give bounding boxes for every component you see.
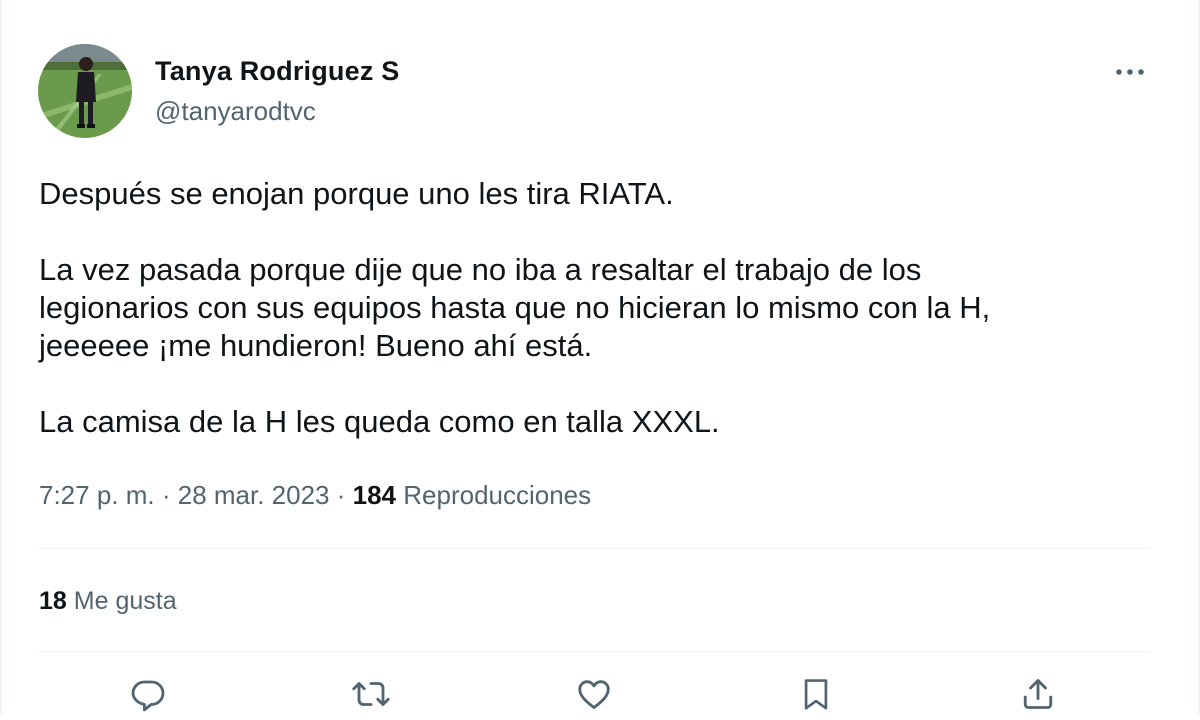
- tweet-metadata: 7:27 p. m. · 28 mar. 2023 · 184 Reproduc…: [39, 480, 591, 511]
- bookmark-icon: [804, 679, 828, 710]
- divider: [39, 651, 1149, 652]
- tweet-card: Tanya Rodriguez S @tanyarodtvc Después s…: [0, 0, 1200, 714]
- meta-separator: ·: [329, 480, 353, 510]
- likes-label: Me gusta: [73, 587, 177, 615]
- share-button[interactable]: [1016, 676, 1060, 720]
- tweet-line: La vez pasada porque dije que no iba a r…: [39, 252, 922, 287]
- avatar[interactable]: [38, 44, 132, 138]
- retweet-button[interactable]: [349, 676, 393, 720]
- meta-separator: ·: [154, 480, 178, 510]
- tweet-paragraph: La camisa de la H les queda como en tall…: [39, 404, 720, 439]
- author-handle[interactable]: @tanyarodtvc: [155, 96, 316, 127]
- tweet-time[interactable]: 7:27 p. m.: [39, 480, 155, 510]
- tweet-line: jeeeeee ¡me hundieron! Bueno ahí está.: [39, 328, 593, 363]
- likes-summary[interactable]: 18 Me gusta: [39, 587, 177, 616]
- views-count: 184: [352, 480, 397, 510]
- author-display-name[interactable]: Tanya Rodriguez S: [155, 56, 399, 87]
- share-icon: [1023, 679, 1053, 709]
- views-label: Reproducciones: [403, 480, 592, 510]
- retweet-icon: [352, 682, 390, 706]
- heart-icon: [578, 680, 610, 709]
- reply-icon: [131, 680, 165, 712]
- tweet-paragraph: Después se enojan porque uno les tira RI…: [39, 176, 674, 211]
- tweet-line: legionarios con sus equipos hasta que no…: [39, 290, 991, 325]
- ellipsis-icon: [1116, 69, 1144, 75]
- tweet-date[interactable]: 28 mar. 2023: [178, 480, 330, 510]
- likes-count: 18: [39, 587, 67, 615]
- like-button[interactable]: [572, 676, 616, 720]
- tweet-text: Después se enojan porque uno les tira RI…: [39, 175, 1159, 441]
- person-on-soccer-field-avatar: [38, 44, 132, 138]
- bookmark-button[interactable]: [794, 676, 838, 720]
- divider: [39, 548, 1149, 549]
- more-options-button[interactable]: [1108, 58, 1152, 86]
- reply-button[interactable]: [126, 676, 170, 720]
